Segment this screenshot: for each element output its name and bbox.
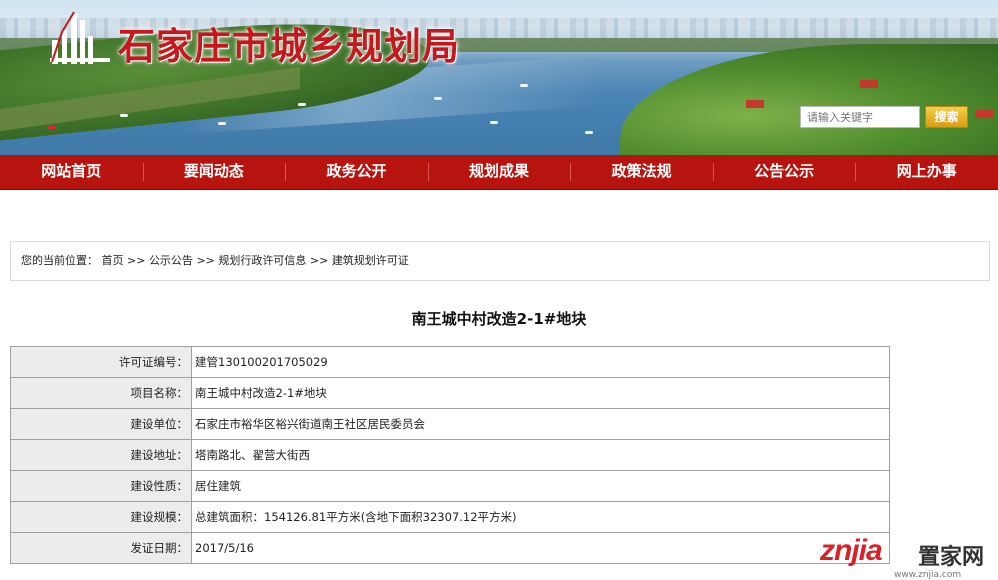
breadcrumb-separator: >> (309, 254, 329, 267)
nav-item-government-affairs[interactable]: 政务公开 (285, 155, 428, 189)
row-value: 南王城中村改造2-1#地块 (191, 377, 890, 409)
row-label: 建设单位： (10, 408, 192, 440)
permit-info-table: 许可证编号： 建管130100201705029 项目名称： 南王城中村改造2-… (10, 346, 890, 564)
watermark-latin: znjia (820, 534, 883, 567)
pavilion-roof (975, 110, 993, 118)
row-value: 塔南路北、翟营大街西 (191, 439, 890, 471)
table-row: 项目名称： 南王城中村改造2-1#地块 (10, 377, 890, 409)
table-row: 发证日期： 2017/5/16 (10, 532, 890, 564)
page-title: 南王城中村改造2-1#地块 (411, 310, 587, 328)
row-value: 居住建筑 (191, 470, 890, 502)
breadcrumb-separator: >> (127, 254, 146, 267)
row-label: 许可证编号： (10, 346, 192, 378)
nav-item-home[interactable]: 网站首页 (0, 155, 143, 189)
search-input[interactable] (800, 106, 920, 128)
main-nav: 网站首页 要闻动态 政务公开 规划成果 政策法规 公告公示 网上办事 (0, 155, 998, 190)
header-banner: 石家庄市城乡规划局 搜索 (0, 0, 998, 155)
row-value: 石家庄市裕华区裕兴街道南王社区居民委员会 (191, 408, 890, 440)
table-row: 建设单位： 石家庄市裕华区裕兴街道南王社区居民委员会 (10, 408, 890, 440)
table-row: 建设规模： 总建筑面积：154126.81平方米(含地下面积32307.12平方… (10, 501, 890, 533)
row-label: 建设地址： (10, 439, 192, 471)
nav-item-online-services[interactable]: 网上办事 (855, 155, 998, 189)
boat (48, 126, 56, 129)
table-row: 许可证编号： 建管130100201705029 (10, 346, 890, 378)
breadcrumb-link-building-permit[interactable]: 建筑规划许可证 (332, 254, 409, 267)
row-value: 2017/5/16 (191, 532, 890, 564)
breadcrumb-separator: >> (196, 254, 215, 267)
bureau-logo-icon (50, 11, 110, 64)
watermark-chinese: 置家网 (918, 545, 985, 570)
breadcrumb: 您的当前位置： 首页 >> 公示公告 >> 规划行政许可信息 >> 建筑规划许可… (10, 241, 990, 281)
breadcrumb-prefix: 您的当前位置： (21, 254, 98, 267)
row-label: 建设规模： (10, 501, 192, 533)
table-row: 建设地址： 塔南路北、翟营大街西 (10, 439, 890, 471)
boat (520, 84, 528, 87)
breadcrumb-link-announcements[interactable]: 公示公告 (149, 254, 193, 267)
table-row: 建设性质： 居住建筑 (10, 470, 890, 502)
right-forest (620, 44, 998, 155)
row-label: 建设性质： (10, 470, 192, 502)
breadcrumb-link-home[interactable]: 首页 (102, 254, 124, 267)
boat (218, 122, 226, 125)
nav-item-planning-results[interactable]: 规划成果 (427, 155, 571, 189)
boat (434, 97, 442, 100)
nav-item-news[interactable]: 要闻动态 (142, 155, 286, 189)
row-label: 发证日期： (10, 532, 192, 564)
site-title: 石家庄市城乡规划局 (118, 27, 460, 68)
watermark-logo: znjia 置家网 www.znjia.com (820, 534, 998, 580)
breadcrumb-link-permit-info[interactable]: 规划行政许可信息 (218, 254, 306, 267)
row-label: 项目名称： (10, 377, 192, 409)
boat (298, 103, 306, 106)
nav-item-policies[interactable]: 政策法规 (570, 155, 713, 189)
boat (120, 114, 128, 117)
pavilion-roof (746, 100, 764, 108)
nav-item-announcements[interactable]: 公告公示 (712, 155, 856, 189)
watermark-url: www.znjia.com (894, 570, 962, 580)
boat (490, 121, 498, 124)
search-button[interactable]: 搜索 (925, 106, 968, 128)
row-value: 总建筑面积：154126.81平方米(含地下面积32307.12平方米) (191, 501, 890, 533)
row-value: 建管130100201705029 (191, 346, 890, 378)
pavilion-roof (860, 80, 878, 88)
boat (585, 131, 593, 134)
